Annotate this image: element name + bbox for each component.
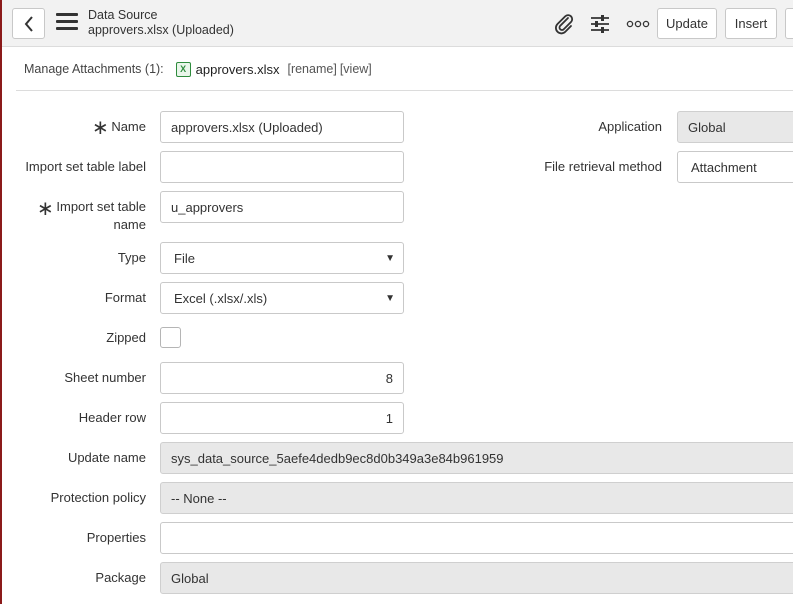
properties-input[interactable] — [160, 522, 793, 554]
sliders-icon[interactable] — [588, 12, 612, 36]
update-button[interactable]: Update — [657, 8, 717, 39]
import-set-name-label: Import set table name — [50, 198, 146, 234]
back-button[interactable] — [12, 8, 45, 39]
form-header: Data Source approvers.xlsx (Uploaded) Up… — [2, 0, 793, 47]
attachments-label: Manage Attachments (1): — [24, 62, 164, 76]
paperclip-icon[interactable] — [552, 12, 576, 36]
protection-policy-select[interactable]: -- None -- — [160, 482, 793, 514]
import-set-label-label: Import set table label — [25, 159, 146, 174]
more-actions-button[interactable] — [785, 8, 793, 39]
back-icon — [24, 15, 33, 32]
application-label: Application — [598, 119, 662, 134]
name-input[interactable]: approvers.xlsx (Uploaded) — [160, 111, 404, 143]
form-title: Data Source approvers.xlsx (Uploaded) — [88, 8, 234, 38]
sheet-number-input[interactable]: 8 — [160, 362, 404, 394]
protection-policy-label: Protection policy — [50, 490, 146, 505]
more-icon[interactable] — [626, 12, 650, 36]
import-set-name-input[interactable]: u_approvers — [160, 191, 404, 223]
type-label: Type — [117, 250, 146, 265]
zipped-label: Zipped — [106, 330, 146, 345]
package-field: Global — [160, 562, 793, 594]
file-retrieval-label: File retrieval method — [544, 159, 662, 174]
update-name-label: Update name — [67, 450, 146, 465]
attachment-file-link[interactable]: approvers.xlsx — [196, 62, 280, 77]
properties-label: Properties — [86, 530, 146, 545]
header-row-label: Header row — [78, 410, 146, 425]
insert-button[interactable]: Insert — [725, 8, 777, 39]
import-set-name-label-line2: name — [113, 217, 146, 232]
attachments-row: Manage Attachments (1): X approvers.xlsx… — [24, 58, 375, 80]
excel-file-icon: X — [175, 61, 191, 77]
package-label: Package — [95, 570, 146, 585]
form-title-table: Data Source — [88, 8, 158, 22]
view-link[interactable]: [view] — [340, 62, 372, 76]
dropdown-caret-icon: ▼ — [385, 292, 395, 304]
rename-link[interactable]: [rename] — [287, 62, 336, 76]
type-select[interactable]: File ▼ — [160, 242, 404, 274]
update-name-field: sys_data_source_5aefe4dedb9ec8d0b349a3e8… — [160, 442, 793, 474]
type-select-value: File — [174, 250, 195, 266]
import-set-label-input[interactable] — [160, 151, 404, 183]
section-divider — [16, 90, 793, 91]
form-title-record: approvers.xlsx (Uploaded) — [88, 23, 234, 37]
menu-icon[interactable] — [56, 13, 78, 33]
file-retrieval-select[interactable]: Attachment — [677, 151, 793, 183]
dropdown-caret-icon: ▼ — [385, 252, 395, 264]
import-set-name-label-line1: Import set table — [56, 199, 146, 214]
format-select[interactable]: Excel (.xlsx/.xls) ▼ — [160, 282, 404, 314]
name-label: Name — [111, 119, 146, 134]
sheet-number-label: Sheet number — [64, 370, 146, 385]
header-row-input[interactable]: 1 — [160, 402, 404, 434]
window-left-edge — [0, 0, 2, 604]
zipped-checkbox[interactable] — [160, 327, 181, 348]
format-select-value: Excel (.xlsx/.xls) — [174, 290, 268, 306]
required-marker: ∗ — [92, 117, 109, 139]
application-field: Global — [677, 111, 793, 143]
format-label: Format — [104, 290, 146, 305]
